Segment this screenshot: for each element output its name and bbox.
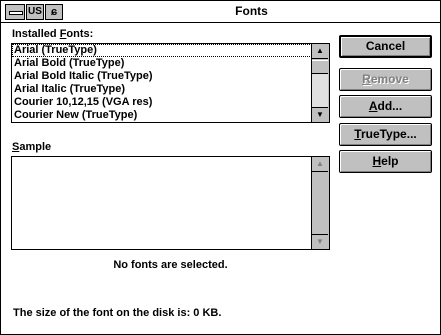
add-button[interactable]: Add...: [339, 95, 432, 118]
installed-fonts-listbox[interactable]: Arial (TrueType) Arial Bold (TrueType) Ari…: [11, 43, 330, 123]
ime-mode-indicator[interactable]: US: [26, 4, 44, 20]
font-list-item[interactable]: Arial Bold (TrueType): [12, 57, 312, 70]
scroll-down-arrow-icon[interactable]: ▼: [312, 107, 328, 122]
scroll-thumb[interactable]: [312, 60, 328, 74]
truetype-button[interactable]: TrueType...: [339, 123, 432, 146]
scroll-track[interactable]: [312, 74, 328, 107]
sample-scrollbar: ▲ ▼: [311, 157, 329, 249]
fonts-list-scrollbar[interactable]: ▲ ▼: [311, 44, 329, 122]
sample-scroll-track: [312, 172, 328, 234]
font-list-item[interactable]: Arial Bold Italic (TrueType): [12, 70, 312, 83]
installed-fonts-label: Installed Fonts:: [12, 28, 94, 40]
title-bar: US ɕ Fonts: [1, 1, 440, 23]
window-title: Fonts: [235, 4, 268, 18]
fonts-dialog: US ɕ Fonts Installed Fonts: Arial (TrueT…: [0, 0, 441, 335]
font-list-item[interactable]: Arial Italic (TrueType): [12, 83, 312, 96]
help-button[interactable]: Help: [339, 150, 432, 173]
sample-scroll-down-arrow-icon: ▼: [312, 234, 328, 249]
font-list-item[interactable]: Arial (TrueType): [12, 44, 312, 57]
sample-preview-box: ▲ ▼: [11, 156, 330, 250]
font-disk-size-text: The size of the font on the disk is: 0 K…: [13, 307, 222, 319]
font-list: Arial (TrueType) Arial Bold (TrueType) Ari…: [12, 44, 312, 122]
font-list-item[interactable]: Courier New (TrueType): [12, 109, 312, 122]
scroll-up-arrow-icon[interactable]: ▲: [312, 44, 328, 59]
remove-button[interactable]: Remove: [339, 68, 432, 91]
no-fonts-selected-text: No fonts are selected.: [113, 259, 228, 271]
font-list-item[interactable]: Courier 10,12,15 (VGA res): [12, 96, 312, 109]
ime-toggle-icon[interactable]: ɕ: [45, 4, 63, 20]
sample-label: Sample: [12, 141, 52, 153]
cancel-button[interactable]: Cancel: [339, 35, 432, 58]
system-menu-icon[interactable]: [5, 4, 25, 20]
sample-scroll-up-arrow-icon: ▲: [312, 157, 328, 172]
